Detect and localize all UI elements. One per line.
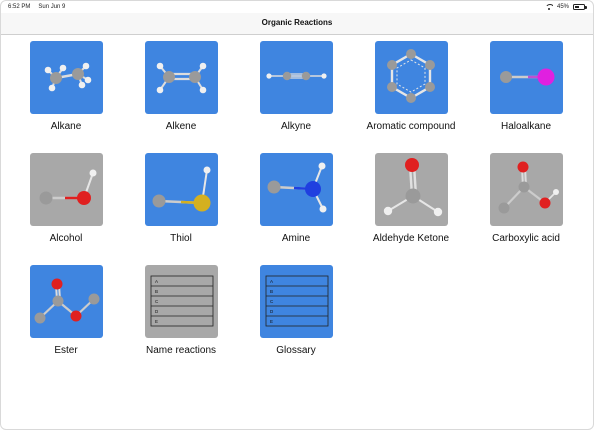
tile-label-amine: Amine — [281, 233, 311, 244]
tile-label-carboxylic-acid: Carboxylic acid — [492, 233, 560, 244]
name-reactions-row-letter: B — [155, 289, 158, 294]
glossary-row-letter: B — [270, 289, 273, 294]
tile-label-alkyne: Alkyne — [280, 121, 311, 132]
benzene-ring-icon[interactable] — [375, 41, 448, 114]
tile-alcohol[interactable]: Alcohol — [11, 147, 121, 257]
tile-glossary[interactable]: ABCDE Glossary — [241, 259, 351, 369]
tile-aromatic-compound[interactable]: Aromatic compound — [356, 35, 466, 145]
status-time: 6:52 PM — [8, 4, 31, 10]
glossary-row-letter: D — [270, 309, 274, 314]
alkene-molecule-icon[interactable] — [145, 41, 218, 114]
haloalkane-molecule-icon[interactable] — [490, 41, 563, 114]
battery-icon — [573, 4, 587, 10]
glossary-table-icon[interactable]: ABCDE — [260, 265, 333, 338]
tile-label-ester: Ester — [54, 345, 78, 356]
ester-molecule-icon[interactable] — [30, 265, 103, 338]
tile-label-aromatic-compound: Aromatic compound — [366, 121, 456, 132]
alkane-molecule-icon[interactable] — [30, 41, 103, 114]
status-date: Sun Jun 9 — [38, 4, 66, 10]
tile-alkane[interactable]: Alkane — [11, 35, 121, 145]
name-reactions-row-letter: A — [155, 279, 158, 284]
tile-alkyne[interactable]: Alkyne — [241, 35, 351, 145]
page-title: Organic Reactions — [261, 18, 333, 27]
carboxylic-acid-molecule-icon[interactable] — [490, 153, 563, 226]
app-window: 6:52 PM Sun Jun 9 45% Organic Reactions — [0, 0, 594, 430]
tile-label-name-reactions: Name reactions — [145, 345, 217, 356]
tile-carboxylic-acid[interactable]: Carboxylic acid — [471, 147, 581, 257]
tile-name-reactions[interactable]: ABCDE Name reactions — [126, 259, 236, 369]
tile-label-haloalkane: Haloalkane — [500, 121, 552, 132]
tile-haloalkane[interactable]: Haloalkane — [471, 35, 581, 145]
battery-percent: 45% — [556, 4, 569, 10]
name-reactions-row-letter: C — [155, 299, 159, 304]
tile-thiol[interactable]: Thiol — [126, 147, 236, 257]
tile-aldehyde-ketone[interactable]: Aldehyde Ketone — [356, 147, 466, 257]
carbonyl-molecule-icon[interactable] — [375, 153, 448, 226]
amine-molecule-icon[interactable] — [260, 153, 333, 226]
glossary-row-letter: E — [270, 319, 273, 324]
tile-alkene[interactable]: Alkene — [126, 35, 236, 145]
list-table-icon[interactable]: ABCDE — [145, 265, 218, 338]
tile-label-glossary: Glossary — [276, 345, 316, 356]
tile-label-thiol: Thiol — [170, 233, 192, 244]
tile-label-alkane: Alkane — [50, 121, 82, 132]
alcohol-molecule-icon[interactable] — [30, 153, 103, 226]
tile-label-aldehyde-ketone: Aldehyde Ketone — [372, 233, 450, 244]
name-reactions-row-letter: E — [155, 319, 158, 324]
navigation-bar: Organic Reactions — [1, 13, 593, 35]
tile-label-alcohol: Alcohol — [49, 233, 83, 244]
alkyne-molecule-icon[interactable] — [260, 41, 333, 114]
battery-level-fill — [575, 6, 579, 8]
name-reactions-row-letter: D — [155, 309, 159, 314]
glossary-row-letter: C — [270, 299, 274, 304]
thiol-molecule-icon[interactable] — [145, 153, 218, 226]
glossary-row-letter: A — [270, 279, 273, 284]
tile-label-alkene: Alkene — [165, 121, 197, 132]
tile-amine[interactable]: Amine — [241, 147, 351, 257]
wifi-icon — [544, 4, 553, 10]
tile-ester[interactable]: Ester — [11, 259, 121, 369]
